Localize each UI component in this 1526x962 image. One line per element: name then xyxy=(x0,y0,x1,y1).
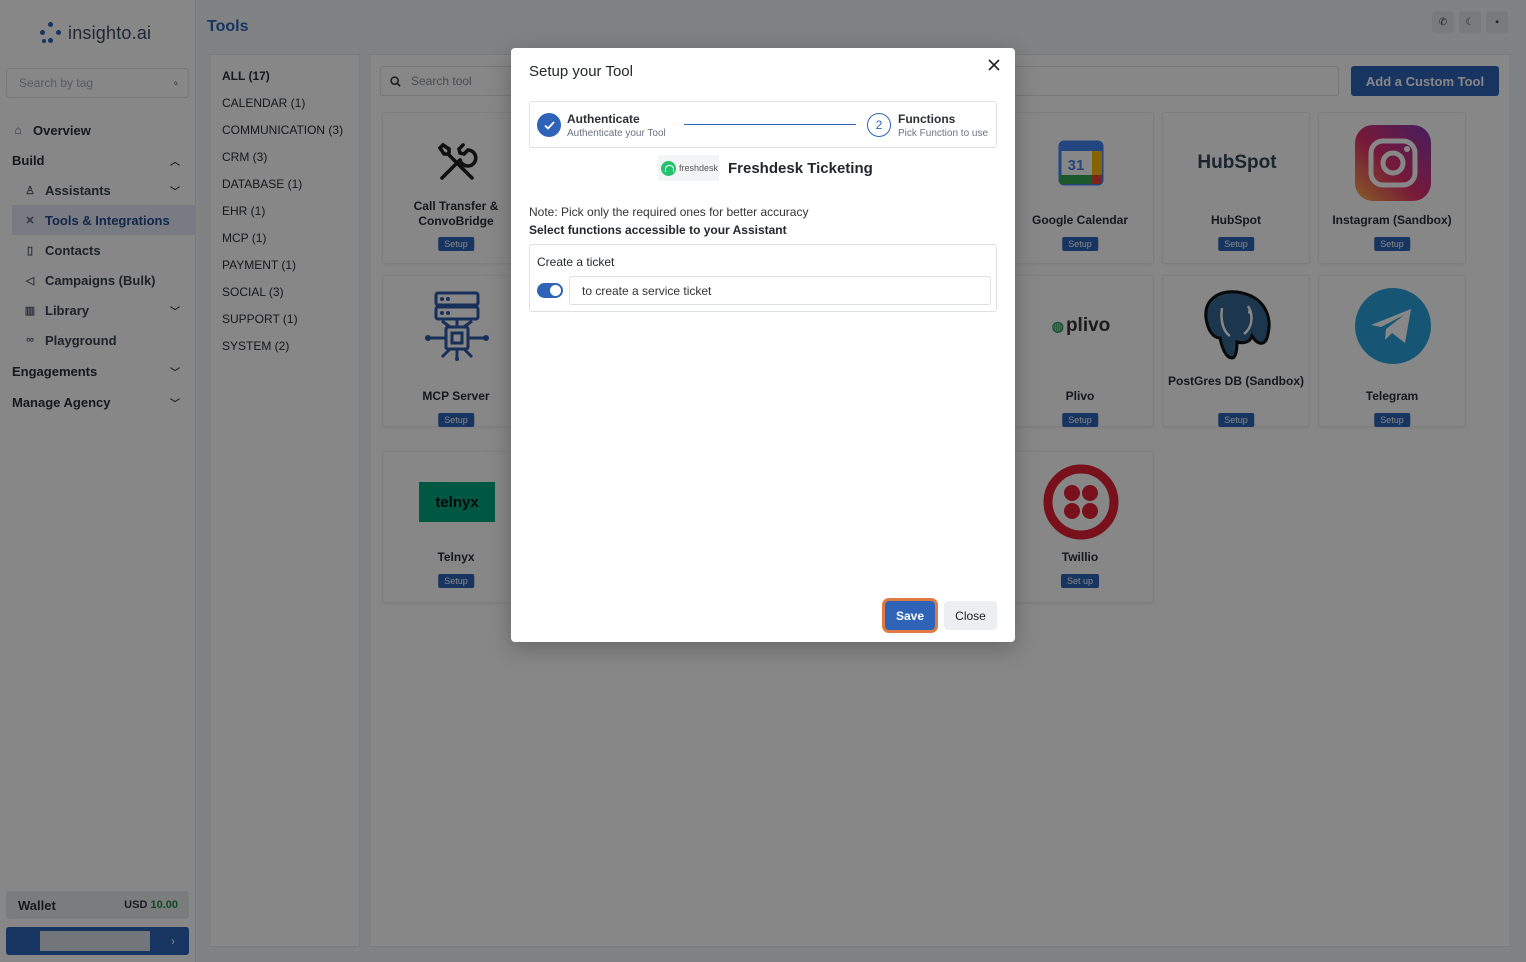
freshdesk-logo: freshdesk xyxy=(658,155,719,181)
function-name: Create a ticket xyxy=(537,255,615,269)
dialog-title: Setup your Tool xyxy=(529,63,633,80)
save-button[interactable]: Save xyxy=(885,601,935,630)
step-functions-subtitle: Pick Function to use xyxy=(898,128,989,139)
step-number-badge: 2 xyxy=(867,113,891,137)
close-icon[interactable] xyxy=(985,58,1003,76)
step-connector xyxy=(684,124,856,125)
setup-stepper: Authenticate Authenticate your Tool 2 Fu… xyxy=(529,101,997,148)
headset-icon xyxy=(661,160,676,176)
step-authenticate-title: Authenticate xyxy=(567,112,640,126)
setup-tool-dialog: Setup your Tool Authenticate Authenticat… xyxy=(511,48,1015,642)
function-item: Create a ticket xyxy=(529,244,997,312)
step-functions-title: Functions xyxy=(898,112,956,126)
step-authenticate-subtitle: Authenticate your Tool xyxy=(567,128,666,139)
functions-label: Select functions accessible to your Assi… xyxy=(529,223,787,237)
function-description-input[interactable] xyxy=(569,276,991,305)
accuracy-note: Note: Pick only the required ones for be… xyxy=(529,205,809,219)
tool-header: freshdesk Freshdesk Ticketing xyxy=(658,155,873,181)
check-icon xyxy=(537,113,561,137)
tool-name: Freshdesk Ticketing xyxy=(728,159,873,177)
function-enabled-toggle[interactable] xyxy=(537,283,563,298)
close-button[interactable]: Close xyxy=(944,601,997,630)
